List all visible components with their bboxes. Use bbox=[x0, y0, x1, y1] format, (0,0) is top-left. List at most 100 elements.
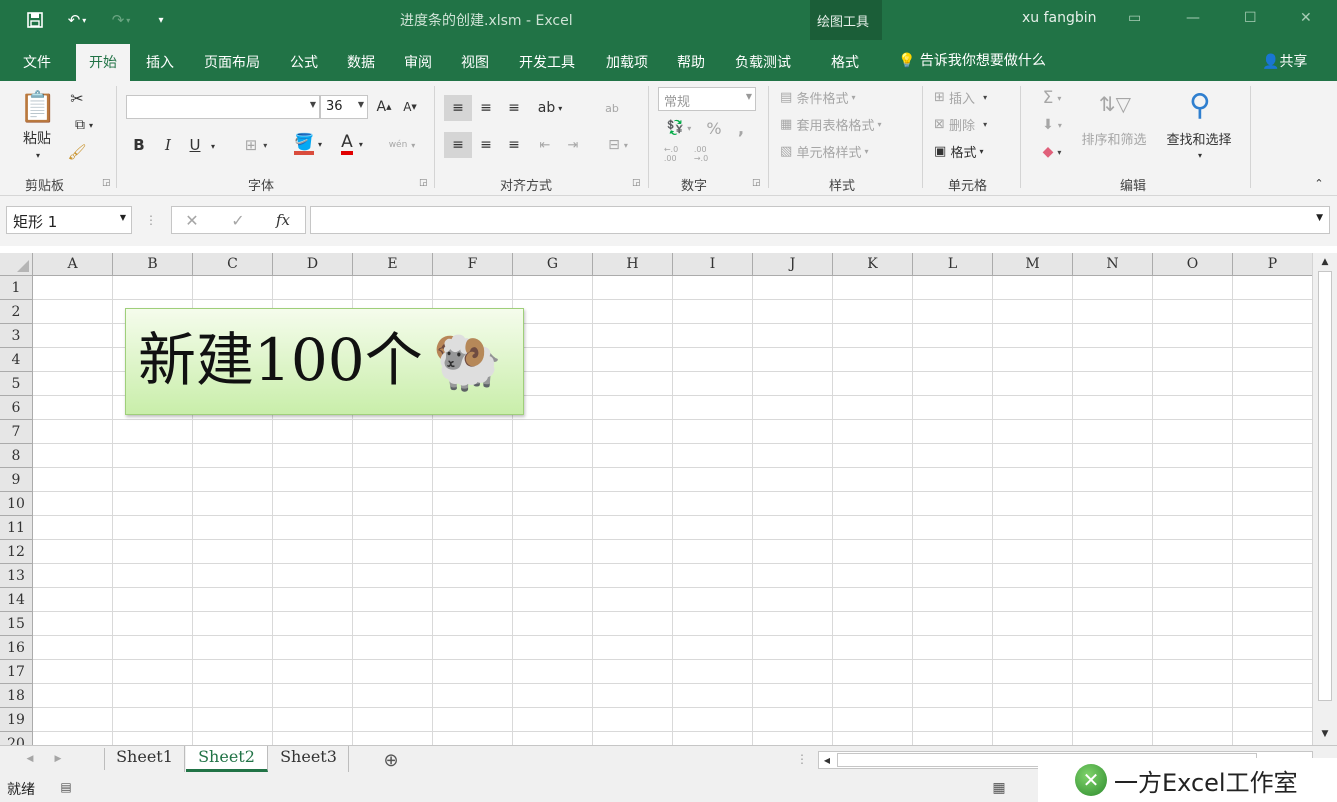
number-format-combo[interactable]: 常规 ▼ bbox=[658, 87, 756, 111]
align-left-icon[interactable]: ≡ bbox=[444, 132, 472, 158]
sheet-tab-sheet2[interactable]: Sheet2 bbox=[186, 746, 268, 772]
collapse-ribbon-icon[interactable]: ⌃ bbox=[1310, 176, 1328, 190]
formula-bar-grip-icon[interactable]: ⋮ bbox=[144, 210, 158, 230]
tab-page-layout[interactable]: 页面布局 bbox=[196, 48, 268, 81]
enter-check-icon[interactable]: ✓ bbox=[226, 210, 250, 230]
select-all-corner[interactable] bbox=[0, 253, 33, 276]
tab-insert[interactable]: 插入 bbox=[138, 48, 182, 81]
increase-font-icon[interactable]: A ▲ bbox=[374, 97, 394, 117]
tab-help[interactable]: 帮助 bbox=[669, 48, 713, 81]
find-select-button[interactable]: 查找和选择 bbox=[1158, 129, 1240, 148]
increase-decimal-icon[interactable]: ←.0.00 bbox=[660, 143, 682, 165]
row-header[interactable]: 20 bbox=[0, 732, 33, 745]
user-name[interactable]: xu fangbin bbox=[1022, 10, 1097, 26]
name-box[interactable]: 矩形 1 ▼ bbox=[6, 206, 132, 234]
row-header[interactable]: 5 bbox=[0, 372, 33, 396]
save-icon[interactable] bbox=[24, 9, 46, 31]
bold-button[interactable]: B bbox=[130, 134, 148, 156]
tab-split-grip-icon[interactable]: ⋮ bbox=[796, 750, 808, 768]
normal-view-icon[interactable]: ▦ bbox=[988, 778, 1010, 798]
tab-format[interactable]: 格式 bbox=[822, 48, 868, 81]
find-magnifier-icon[interactable]: ⚲ bbox=[1180, 85, 1220, 125]
row-header[interactable]: 7 bbox=[0, 420, 33, 444]
column-header[interactable]: L bbox=[913, 253, 993, 276]
scroll-left-icon[interactable]: ◀ bbox=[821, 754, 833, 766]
font-launcher-icon[interactable]: ◲ bbox=[419, 178, 428, 188]
tab-home[interactable]: 开始 bbox=[76, 44, 130, 81]
row-header[interactable]: 4 bbox=[0, 348, 33, 372]
undo-icon[interactable]: ↶ ▾ bbox=[62, 9, 92, 31]
format-as-table-button[interactable]: ▦ 套用表格格式 ▾ bbox=[780, 114, 910, 134]
align-top-icon[interactable]: ≡ bbox=[444, 95, 472, 121]
tell-me-box[interactable]: 💡 告诉我你想要做什么 bbox=[898, 50, 1046, 70]
column-header[interactable]: A bbox=[33, 253, 113, 276]
column-header[interactable]: G bbox=[513, 253, 593, 276]
row-header[interactable]: 1 bbox=[0, 276, 33, 300]
cell-styles-button[interactable]: ▧ 单元格样式 ▾ bbox=[780, 141, 900, 161]
tab-developer[interactable]: 开发工具 bbox=[511, 48, 583, 81]
font-name-combo[interactable]: ▼ bbox=[126, 95, 320, 119]
row-header[interactable]: 8 bbox=[0, 444, 33, 468]
column-header[interactable]: I bbox=[673, 253, 753, 276]
paste-icon[interactable]: 📋 bbox=[18, 87, 58, 127]
clear-eraser-icon[interactable]: ◆ ▾ bbox=[1034, 141, 1070, 163]
column-header[interactable]: J bbox=[753, 253, 833, 276]
sheet-tab-sheet3[interactable]: Sheet3 bbox=[269, 746, 349, 772]
column-header[interactable]: F bbox=[433, 253, 513, 276]
next-sheet-icon[interactable]: ▶ bbox=[50, 750, 66, 768]
row-header[interactable]: 6 bbox=[0, 396, 33, 420]
ribbon-display-icon[interactable]: ▭ bbox=[1128, 10, 1141, 26]
delete-cells-button[interactable]: ⊠ 删除 ▾ bbox=[934, 114, 1008, 134]
tab-formulas[interactable]: 公式 bbox=[282, 48, 326, 81]
minimize-icon[interactable]: — bbox=[1186, 10, 1200, 26]
column-header[interactable]: D bbox=[273, 253, 353, 276]
percent-button[interactable]: % bbox=[704, 117, 724, 139]
merge-center-icon[interactable]: ⊟ ▾ bbox=[598, 132, 638, 158]
row-header[interactable]: 17 bbox=[0, 660, 33, 684]
row-header[interactable]: 12 bbox=[0, 540, 33, 564]
decrease-decimal-icon[interactable]: .00 →.0 bbox=[690, 143, 712, 165]
phonetic-icon[interactable]: wén ▾ bbox=[384, 133, 420, 157]
find-select-dropdown-icon[interactable]: ▾ bbox=[1192, 149, 1208, 161]
decrease-indent-icon[interactable]: ⇤ bbox=[534, 132, 556, 158]
column-header[interactable]: H bbox=[593, 253, 673, 276]
italic-button[interactable]: I bbox=[159, 134, 177, 156]
border-icon[interactable]: ⊞ ▾ bbox=[236, 134, 276, 156]
insert-cells-button[interactable]: ⊞ 插入 ▾ bbox=[934, 87, 1008, 107]
vertical-scroll-thumb[interactable] bbox=[1318, 271, 1332, 701]
row-header[interactable]: 16 bbox=[0, 636, 33, 660]
format-painter-icon[interactable]: 🖌 bbox=[66, 141, 88, 163]
paste-button[interactable]: 粘贴 bbox=[14, 129, 60, 147]
row-header[interactable]: 13 bbox=[0, 564, 33, 588]
column-header[interactable]: O bbox=[1153, 253, 1233, 276]
sort-filter-button[interactable]: 排序和筛选 bbox=[1074, 129, 1154, 148]
autosum-icon[interactable]: Σ ▾ bbox=[1034, 87, 1070, 109]
tab-data[interactable]: 数据 bbox=[339, 48, 383, 81]
row-header[interactable]: 19 bbox=[0, 708, 33, 732]
rectangle-shape[interactable]: 新建100个 🐏 bbox=[125, 308, 524, 415]
insert-function-button[interactable]: fx bbox=[270, 210, 296, 230]
tab-review[interactable]: 审阅 bbox=[396, 48, 440, 81]
fill-color-icon[interactable]: 🪣 ▾ bbox=[288, 131, 328, 157]
vertical-scrollbar[interactable]: ▲ ▼ bbox=[1312, 253, 1337, 745]
increase-indent-icon[interactable]: ⇥ bbox=[562, 132, 584, 158]
share-button[interactable]: 👤共享 bbox=[1262, 51, 1307, 71]
row-header[interactable]: 11 bbox=[0, 516, 33, 540]
underline-dropdown-icon[interactable]: ▾ bbox=[206, 137, 220, 155]
conditional-format-button[interactable]: ▤ 条件格式 ▾ bbox=[780, 87, 900, 107]
paste-dropdown-icon[interactable]: ▾ bbox=[30, 149, 46, 161]
scroll-down-icon[interactable]: ▼ bbox=[1318, 727, 1332, 741]
close-icon[interactable]: ✕ bbox=[1300, 10, 1312, 26]
tab-view[interactable]: 视图 bbox=[453, 48, 497, 81]
formula-input[interactable]: ▼ bbox=[310, 206, 1330, 234]
customize-qat-icon[interactable]: ▾ bbox=[150, 9, 172, 31]
row-header[interactable]: 10 bbox=[0, 492, 33, 516]
add-sheet-icon[interactable]: ⊕ bbox=[380, 749, 402, 771]
align-center-icon[interactable]: ≡ bbox=[474, 132, 498, 158]
column-header[interactable]: N bbox=[1073, 253, 1153, 276]
sort-filter-icon[interactable]: ⇅▽ bbox=[1092, 87, 1138, 121]
row-header[interactable]: 3 bbox=[0, 324, 33, 348]
tab-load-test[interactable]: 负载测试 bbox=[727, 48, 799, 81]
tab-file[interactable]: 文件 bbox=[14, 48, 60, 81]
orientation-icon[interactable]: ab ▾ bbox=[532, 95, 568, 121]
